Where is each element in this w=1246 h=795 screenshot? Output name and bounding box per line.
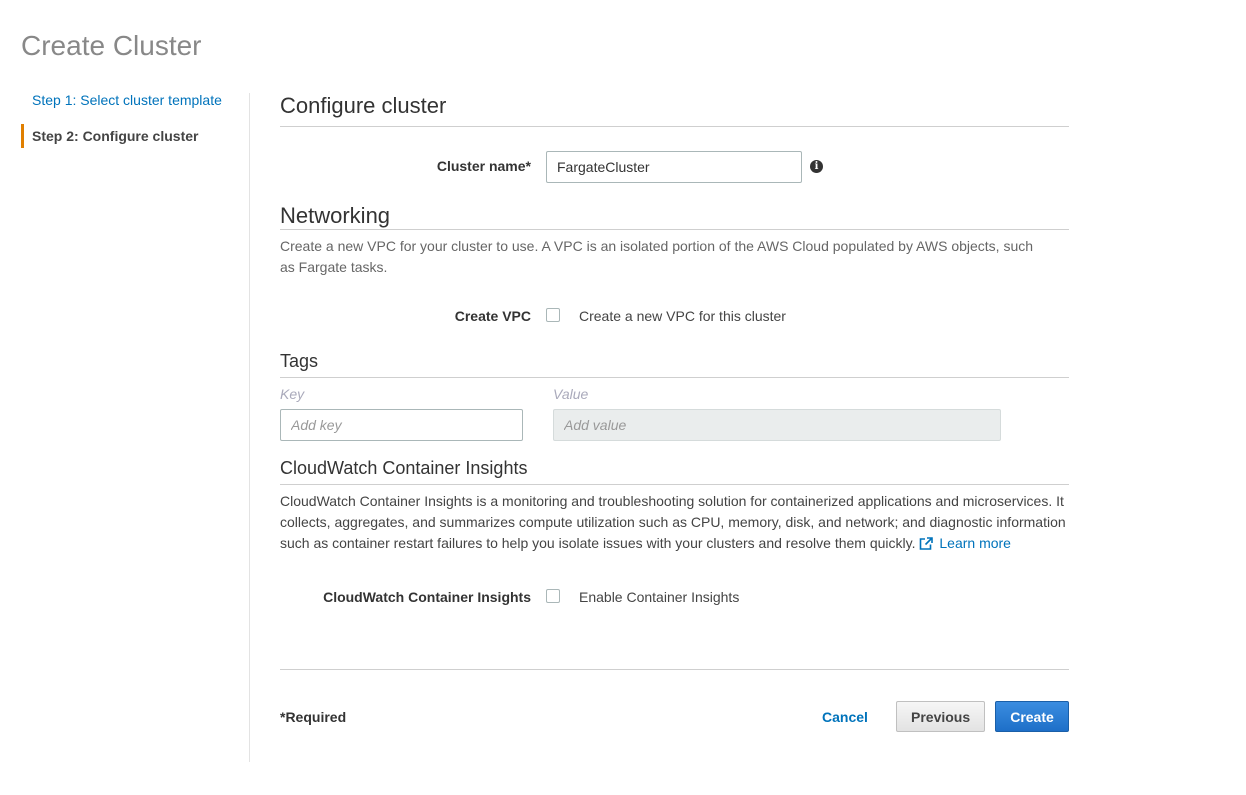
cluster-name-label: Cluster name* bbox=[436, 158, 531, 174]
cluster-name-input[interactable] bbox=[546, 151, 802, 183]
external-link-icon bbox=[920, 537, 934, 550]
previous-button[interactable]: Previous bbox=[896, 701, 985, 732]
create-vpc-checkbox[interactable] bbox=[546, 308, 560, 322]
networking-heading: Networking bbox=[280, 203, 1069, 230]
tag-value-column-label: Value bbox=[553, 386, 589, 402]
tag-key-input[interactable] bbox=[280, 409, 523, 441]
wizard-step-2-current: Step 2: Configure cluster bbox=[21, 124, 249, 148]
required-note: *Required bbox=[280, 709, 347, 725]
learn-more-text[interactable]: Learn more bbox=[939, 535, 1011, 551]
enable-container-insights-checkbox[interactable] bbox=[546, 589, 560, 603]
tag-value-input[interactable] bbox=[553, 409, 1001, 441]
tag-key-column-label: Key bbox=[280, 386, 305, 402]
page-title: Create Cluster bbox=[21, 30, 202, 61]
container-insights-heading: CloudWatch Container Insights bbox=[280, 458, 1069, 485]
create-vpc-checkbox-text[interactable]: Create a new VPC for this cluster bbox=[579, 308, 786, 324]
info-icon[interactable]: i bbox=[810, 160, 823, 173]
configure-cluster-heading: Configure cluster bbox=[280, 93, 1069, 127]
tags-heading: Tags bbox=[280, 351, 1069, 378]
cancel-button[interactable]: Cancel bbox=[810, 701, 880, 732]
nav-divider bbox=[249, 93, 250, 762]
enable-container-insights-text[interactable]: Enable Container Insights bbox=[579, 589, 739, 605]
wizard-steps: Step 1: Select cluster template Step 2: … bbox=[21, 88, 249, 160]
learn-more-link[interactable]: Learn more bbox=[919, 535, 1011, 551]
networking-description: Create a new VPC for your cluster to use… bbox=[280, 238, 1034, 275]
container-insights-label: CloudWatch Container Insights bbox=[323, 589, 531, 605]
container-insights-description: CloudWatch Container Insights is a monit… bbox=[280, 491, 1069, 554]
create-button[interactable]: Create bbox=[995, 701, 1069, 732]
footer-divider bbox=[280, 669, 1069, 670]
create-vpc-label: Create VPC bbox=[454, 308, 531, 324]
wizard-step-1-link[interactable]: Step 1: Select cluster template bbox=[21, 88, 249, 112]
